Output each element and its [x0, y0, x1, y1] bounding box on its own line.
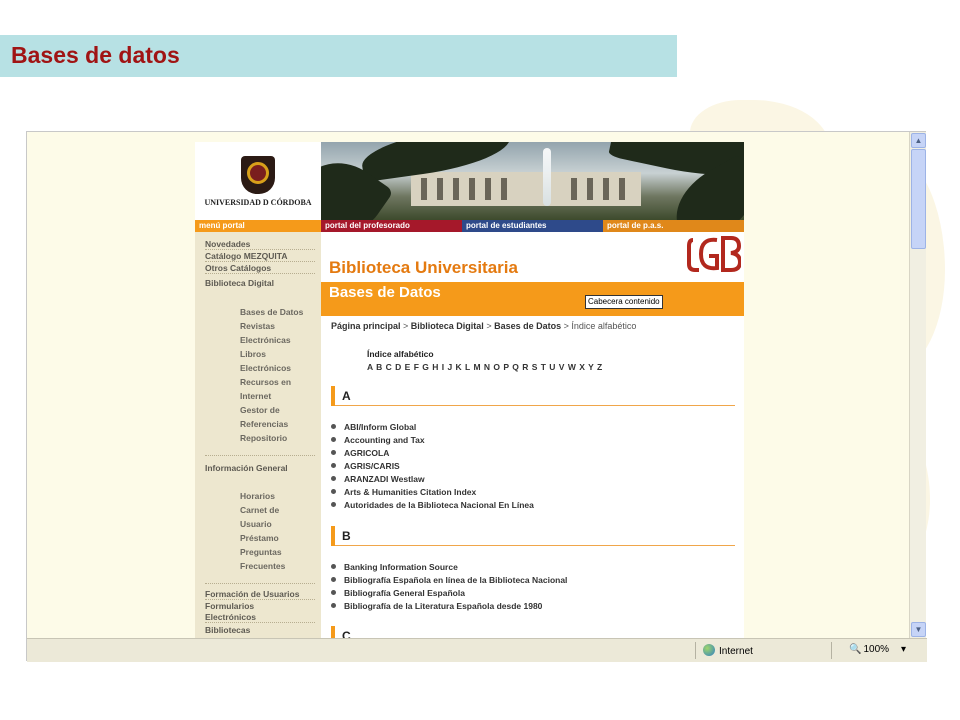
bullet-icon	[331, 502, 336, 507]
university-logo[interactable]: UNIVERSIDAD D CÓRDOBA	[195, 142, 321, 220]
nav-sub-preguntas[interactable]: Frecuentes	[240, 561, 285, 571]
database-link[interactable]: Bibliografía de la Literatura Española d…	[331, 601, 542, 611]
crest-icon	[241, 156, 275, 194]
bullet-icon	[331, 476, 336, 481]
scrollbar-thumb[interactable]	[911, 149, 926, 249]
security-zone: Internet	[703, 644, 753, 657]
section-header-a: A	[331, 386, 735, 406]
scroll-down-icon[interactable]: ▼	[911, 622, 926, 637]
nav-portal-estudiantes[interactable]: portal de estudiantes	[462, 220, 603, 232]
database-link[interactable]: AGRICOLA	[331, 448, 389, 458]
browser-window: UNIVERSIDAD D CÓRDOBA menú portal portal…	[26, 131, 927, 662]
nav-portal-profesorado[interactable]: portal del profesorado	[321, 220, 462, 232]
zoom-control[interactable]: 🔍 100%	[849, 644, 889, 655]
nav-item-otros-catalogos[interactable]: Otros Catálogos	[205, 263, 271, 273]
browser-viewport: UNIVERSIDAD D CÓRDOBA menú portal portal…	[27, 132, 910, 638]
nav-portal-pas[interactable]: portal de p.a.s.	[603, 220, 744, 232]
nav-sub-carnet[interactable]: Carnet de	[240, 505, 279, 515]
bullet-icon	[331, 437, 336, 442]
database-link[interactable]: Autoridades de la Biblioteca Nacional En…	[331, 500, 534, 510]
breadcrumb-digital[interactable]: Biblioteca Digital	[411, 321, 484, 331]
portal-nav: menú portal portal del profesorado porta…	[195, 220, 744, 232]
bullet-icon	[331, 463, 336, 468]
university-name: UNIVERSIDAD D CÓRDOBA	[204, 198, 312, 207]
bullet-icon	[331, 450, 336, 455]
breadcrumb-current: Índice alfabético	[571, 321, 637, 331]
database-link[interactable]: Bibliografía General Española	[331, 588, 465, 598]
library-title: Biblioteca Universitaria	[329, 258, 518, 277]
section-title: Bases de Datos	[329, 284, 441, 301]
nav-sub-revistas[interactable]: Revistas	[240, 321, 275, 331]
database-link[interactable]: Bibliografía Española en línea de la Bib…	[331, 575, 567, 585]
database-link[interactable]: Accounting and Tax	[331, 435, 425, 445]
breadcrumb: Página principal > Biblioteca Digital > …	[331, 321, 637, 331]
nav-item-formacion-usuarios[interactable]: Formación de Usuarios	[205, 589, 299, 599]
section-header-b: B	[331, 526, 735, 546]
database-link[interactable]: AGRIS/CARIS	[331, 461, 400, 471]
bullet-icon	[331, 424, 336, 429]
left-navigation: Novedades Catálogo MEZQUITA Otros Catálo…	[195, 232, 321, 638]
magnifier-icon: 🔍	[849, 644, 862, 655]
main-content: Biblioteca Universitaria Bases de Datos …	[321, 232, 744, 638]
nav-sub-preguntas[interactable]: Preguntas	[240, 547, 282, 557]
alphabet-index[interactable]: A B C D E F G H I J K L M N O P Q R S T …	[367, 362, 602, 372]
nav-sub-repositorio[interactable]: Repositorio	[240, 433, 287, 443]
database-link[interactable]: Arts & Humanities Citation Index	[331, 487, 476, 497]
nav-item-formularios[interactable]: Formularios	[205, 601, 254, 611]
slide-title-bar: Bases de datos	[0, 35, 677, 77]
nav-sub-libros[interactable]: Libros	[240, 349, 266, 359]
slide: Bases de datos UNIVERSIDAD D CÓRDOBA men…	[0, 0, 960, 720]
nav-sub-recursos[interactable]: Internet	[240, 391, 271, 401]
web-page: UNIVERSIDAD D CÓRDOBA menú portal portal…	[195, 142, 744, 638]
nav-sub-gestor[interactable]: Gestor de	[240, 405, 280, 415]
fountain	[543, 148, 551, 206]
section-header-band: Bases de Datos Cabecera contenido	[321, 282, 744, 316]
zoom-dropdown-icon[interactable]: ▾	[901, 644, 906, 655]
header-photo	[321, 142, 744, 220]
browser-status-bar: Internet 🔍 100% ▾	[27, 638, 927, 662]
nav-sub-carnet[interactable]: Usuario	[240, 519, 272, 529]
index-title: Índice alfabético	[367, 349, 434, 359]
nav-sub-recursos[interactable]: Recursos en	[240, 377, 291, 387]
nav-item-informacion-general[interactable]: Información General	[205, 463, 288, 473]
scroll-up-icon[interactable]: ▲	[911, 133, 926, 148]
header-content-button[interactable]: Cabecera contenido	[585, 295, 663, 309]
bullet-icon	[331, 564, 336, 569]
database-link[interactable]: ARANZADI Westlaw	[331, 474, 425, 484]
globe-icon	[703, 644, 715, 656]
section-header-c: C	[331, 626, 735, 638]
library-logo-icon	[687, 236, 741, 272]
section-letter: A	[342, 389, 351, 403]
section-letter: C	[342, 629, 351, 638]
breadcrumb-databases[interactable]: Bases de Datos	[494, 321, 561, 331]
database-link[interactable]: Banking Information Source	[331, 562, 458, 572]
nav-item-formularios[interactable]: Electrónicos	[205, 612, 256, 622]
vertical-scrollbar[interactable]: ▲ ▼	[909, 132, 926, 638]
nav-item-biblioteca-digital[interactable]: Biblioteca Digital	[205, 278, 274, 288]
nav-item-novedades[interactable]: Novedades	[205, 239, 250, 249]
nav-menu-portal[interactable]: menú portal	[195, 220, 321, 232]
nav-sub-prestamo[interactable]: Préstamo	[240, 533, 279, 543]
nav-item-bibliotecas[interactable]: Bibliotecas	[205, 625, 250, 635]
nav-sub-bases-de-datos[interactable]: Bases de Datos	[240, 307, 303, 317]
breadcrumb-home[interactable]: Página principal	[331, 321, 401, 331]
bullet-icon	[331, 590, 336, 595]
nav-sub-revistas[interactable]: Electrónicas	[240, 335, 291, 345]
database-link[interactable]: ABI/Inform Global	[331, 422, 416, 432]
nav-sub-gestor[interactable]: Referencias	[240, 419, 288, 429]
nav-sub-libros[interactable]: Electrónicos	[240, 363, 291, 373]
bullet-icon	[331, 603, 336, 608]
bullet-icon	[331, 489, 336, 494]
section-letter: B	[342, 529, 351, 543]
bullet-icon	[331, 577, 336, 582]
nav-item-catalogo-mezquita[interactable]: Catálogo MEZQUITA	[205, 251, 287, 261]
nav-sub-horarios[interactable]: Horarios	[240, 491, 275, 501]
slide-title: Bases de datos	[11, 42, 180, 68]
